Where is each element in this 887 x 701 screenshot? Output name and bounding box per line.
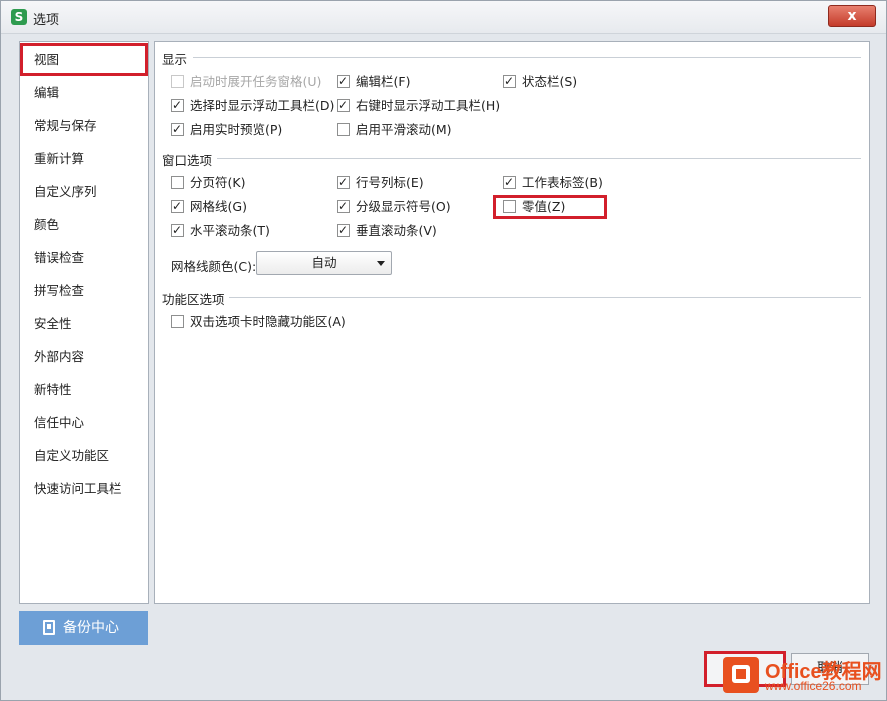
backup-center-label: 备份中心 — [63, 620, 119, 636]
option-page-breaks[interactable]: 分页符(K) — [171, 174, 245, 192]
nav-item-view[interactable]: 视图 — [20, 43, 148, 76]
option-label: 垂直滚动条(V) — [356, 223, 437, 238]
option-label: 水平滚动条(T) — [190, 223, 270, 238]
section-divider — [217, 158, 861, 159]
option-label: 选择时显示浮动工具栏(D) — [190, 98, 335, 113]
backup-center-button[interactable]: 备份中心 — [19, 611, 148, 645]
option-float-toolbar-select[interactable]: 选择时显示浮动工具栏(D) — [171, 96, 335, 115]
option-label: 分页符(K) — [190, 175, 246, 190]
option-expand-task-pane[interactable]: 启动时展开任务窗格(U) — [171, 73, 321, 91]
section-title-window-options: 窗口选项 — [162, 153, 213, 168]
checkbox-icon — [337, 72, 350, 90]
gridline-color-value: 自动 — [311, 255, 337, 270]
option-gridlines[interactable]: 网格线(G) — [171, 197, 247, 216]
view-options-panel: 显示 启动时展开任务窗格(U) 编辑栏(F) 状态栏(S) 选择时显示浮动工具栏… — [154, 41, 870, 604]
option-label: 状态栏(S) — [522, 74, 578, 89]
gridline-color-select[interactable]: 自动 — [256, 251, 392, 275]
checkbox-icon — [171, 75, 184, 88]
gridline-color-label: 网格线颜色(C): — [171, 259, 257, 274]
dropdown-arrow-icon — [377, 261, 385, 266]
dialog-title: 选项 — [33, 13, 60, 28]
nav-item-customize-ribbon[interactable]: 自定义功能区 — [20, 439, 148, 472]
office-logo-icon — [723, 657, 759, 693]
option-status-bar[interactable]: 状态栏(S) — [503, 72, 578, 91]
checkbox-icon — [171, 221, 184, 239]
option-label: 启动时展开任务窗格(U) — [190, 74, 322, 89]
checkbox-icon — [337, 221, 350, 239]
section-title-ribbon-options: 功能区选项 — [162, 292, 225, 307]
checkbox-icon — [171, 120, 184, 138]
nav-item-spell-check[interactable]: 拼写检查 — [20, 274, 148, 307]
nav-item-recalculate[interactable]: 重新计算 — [20, 142, 148, 175]
section-divider — [229, 297, 861, 298]
option-live-preview[interactable]: 启用实时预览(P) — [171, 120, 283, 139]
checkbox-icon — [171, 315, 184, 328]
checkbox-icon — [337, 197, 350, 215]
checkbox-icon — [337, 173, 350, 191]
option-smooth-scroll[interactable]: 启用平滑滚动(M) — [337, 121, 452, 139]
backup-icon — [43, 620, 55, 635]
options-nav: 视图 编辑 常规与保存 重新计算 自定义序列 颜色 错误检查 拼写检查 安全性 … — [19, 41, 149, 604]
nav-item-colors[interactable]: 颜色 — [20, 208, 148, 241]
checkbox-icon — [503, 72, 516, 90]
wps-app-icon: S — [11, 9, 27, 25]
checkbox-icon — [171, 197, 184, 215]
watermark-url: www.office26.com — [765, 679, 862, 693]
checkbox-icon — [171, 176, 184, 189]
option-float-toolbar-rightclick[interactable]: 右键时显示浮动工具栏(H) — [337, 96, 501, 115]
option-label: 行号列标(E) — [356, 175, 424, 190]
option-label: 右键时显示浮动工具栏(H) — [356, 98, 501, 113]
option-label: 分级显示符号(O) — [356, 199, 451, 214]
options-dialog: S 选项 x 视图 编辑 常规与保存 重新计算 自定义序列 颜色 错误检查 拼写… — [0, 0, 887, 701]
nav-item-custom-lists[interactable]: 自定义序列 — [20, 175, 148, 208]
checkbox-icon — [503, 173, 516, 191]
option-label: 启用实时预览(P) — [190, 122, 283, 137]
option-hide-ribbon-doubleclick[interactable]: 双击选项卡时隐藏功能区(A) — [171, 313, 346, 331]
nav-item-security[interactable]: 安全性 — [20, 307, 148, 340]
option-label: 启用平滑滚动(M) — [356, 122, 452, 137]
nav-item-quick-access-toolbar[interactable]: 快速访问工具栏 — [20, 472, 148, 505]
option-horizontal-scrollbar[interactable]: 水平滚动条(T) — [171, 221, 270, 240]
nav-item-error-checking[interactable]: 错误检查 — [20, 241, 148, 274]
nav-item-new-features[interactable]: 新特性 — [20, 373, 148, 406]
nav-item-edit[interactable]: 编辑 — [20, 76, 148, 109]
option-vertical-scrollbar[interactable]: 垂直滚动条(V) — [337, 221, 437, 240]
section-divider — [193, 57, 861, 58]
watermark: Office教程网 www.office26.com — [721, 649, 883, 697]
checkbox-icon — [337, 123, 350, 136]
option-sheet-tabs[interactable]: 工作表标签(B) — [503, 173, 603, 192]
option-formula-bar[interactable]: 编辑栏(F) — [337, 72, 411, 91]
option-row-col-headers[interactable]: 行号列标(E) — [337, 173, 424, 192]
option-label: 双击选项卡时隐藏功能区(A) — [190, 314, 346, 329]
option-label: 编辑栏(F) — [356, 74, 411, 89]
section-title-display: 显示 — [162, 52, 188, 67]
nav-item-external-content[interactable]: 外部内容 — [20, 340, 148, 373]
checkbox-icon — [337, 96, 350, 114]
nav-item-trust-center[interactable]: 信任中心 — [20, 406, 148, 439]
checkbox-icon — [171, 96, 184, 114]
option-label: 工作表标签(B) — [522, 175, 603, 190]
zero-values-highlight — [493, 195, 607, 219]
option-label: 网格线(G) — [190, 199, 247, 214]
option-outline-symbols[interactable]: 分级显示符号(O) — [337, 197, 451, 216]
title-bar: S 选项 x — [1, 1, 886, 34]
close-button[interactable]: x — [828, 5, 876, 27]
nav-item-general-save[interactable]: 常规与保存 — [20, 109, 148, 142]
